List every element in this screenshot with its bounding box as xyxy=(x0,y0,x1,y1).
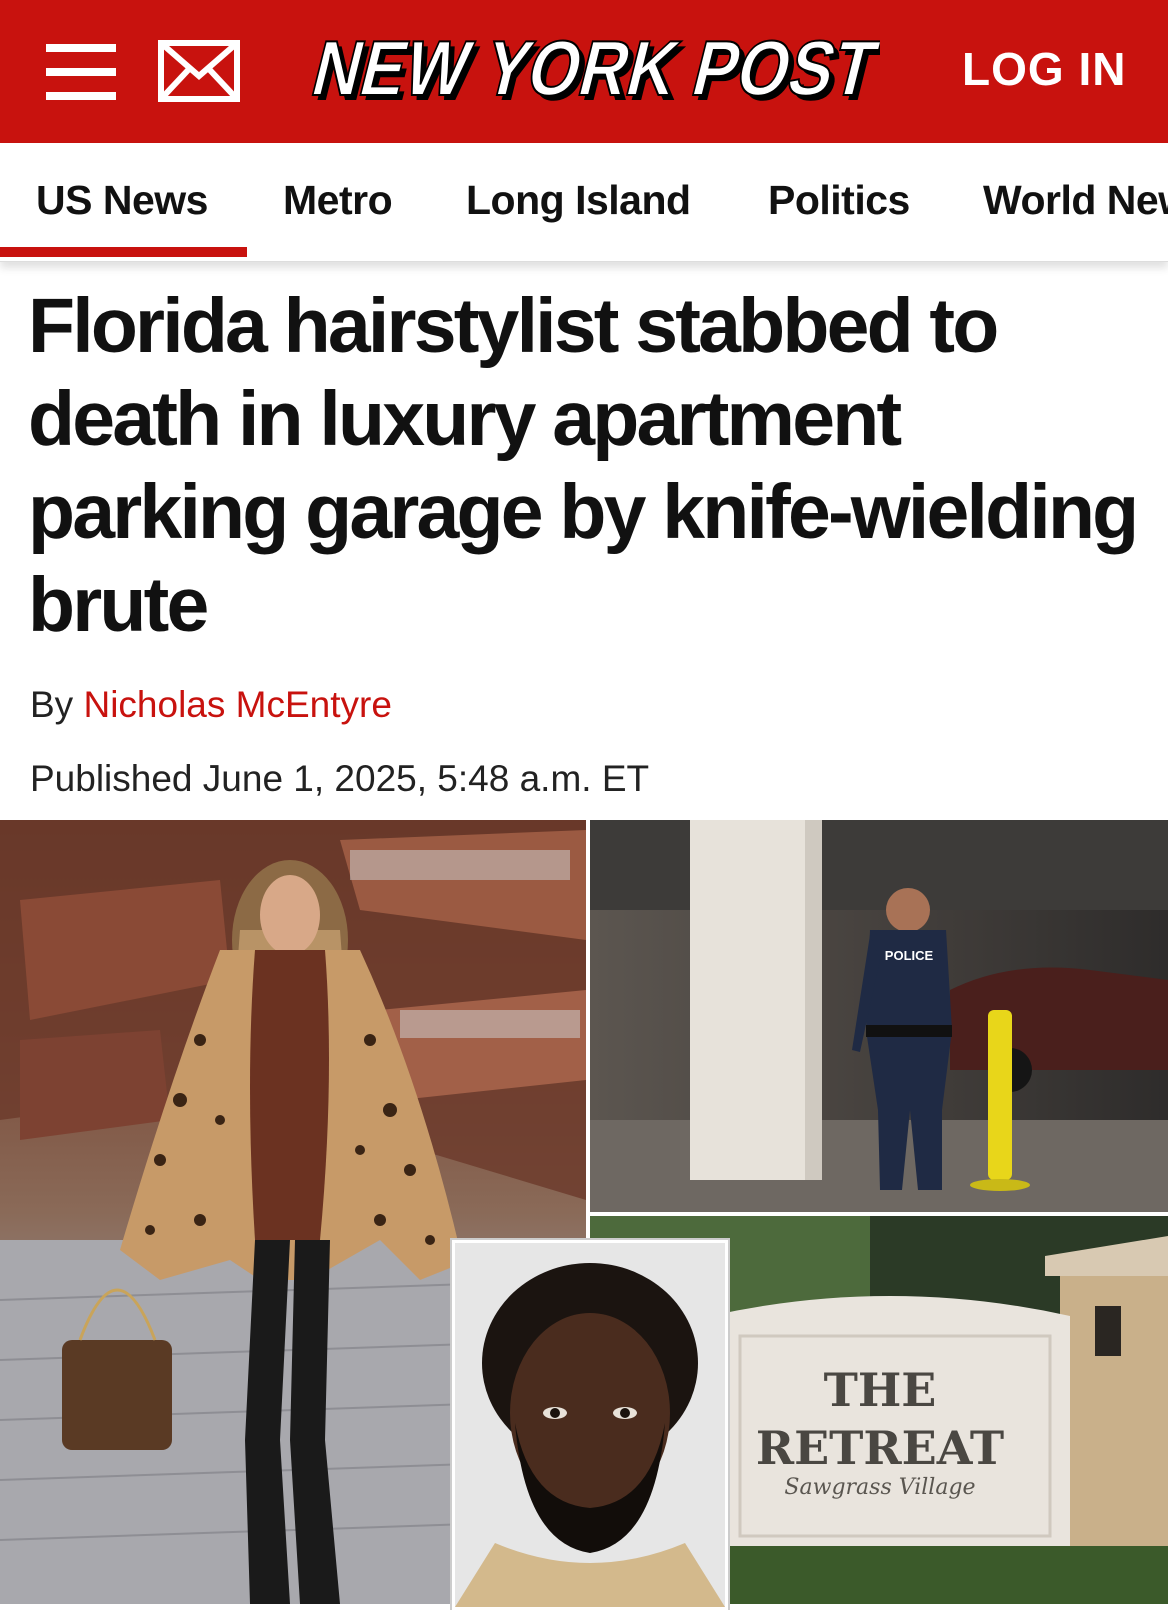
nav-item-politics[interactable]: Politics xyxy=(768,177,910,224)
photo-police-officer[interactable]: POLICE xyxy=(590,820,1168,1212)
byline-prefix: By xyxy=(30,684,74,725)
mail-icon[interactable] xyxy=(158,40,240,102)
sign-line-1: THE xyxy=(824,1363,937,1417)
sign-script: Sawgrass Village xyxy=(784,1475,975,1500)
menu-icon[interactable] xyxy=(46,44,116,100)
nav-item-world-news[interactable]: World News xyxy=(983,177,1168,224)
article-headline: Florida hairstylist stabbed to death in … xyxy=(28,283,1139,648)
police-vest-text: POLICE xyxy=(885,948,934,963)
sign-line-2: RETREAT xyxy=(756,1421,1004,1475)
section-nav: US News Metro Long Island Politics World… xyxy=(0,143,1168,262)
photo-suspect-mugshot[interactable] xyxy=(452,1240,728,1610)
svg-text:NEW YORK POST: NEW YORK POST xyxy=(304,24,880,112)
author-link[interactable]: Nicholas McEntyre xyxy=(83,684,391,725)
nav-item-us-news[interactable]: US News xyxy=(36,177,208,224)
site-header: NEW YORK POST NEW YORK POST LOG IN xyxy=(0,0,1168,143)
byline: By Nicholas McEntyre xyxy=(30,684,392,726)
nav-item-long-island[interactable]: Long Island xyxy=(466,177,691,224)
nav-item-metro[interactable]: Metro xyxy=(283,177,393,224)
active-tab-indicator xyxy=(0,247,247,257)
new-york-post-logo[interactable]: NEW YORK POST NEW YORK POST xyxy=(295,20,880,120)
login-button[interactable]: LOG IN xyxy=(962,42,1126,96)
publish-date: Published June 1, 2025, 5:48 a.m. ET xyxy=(30,758,650,799)
